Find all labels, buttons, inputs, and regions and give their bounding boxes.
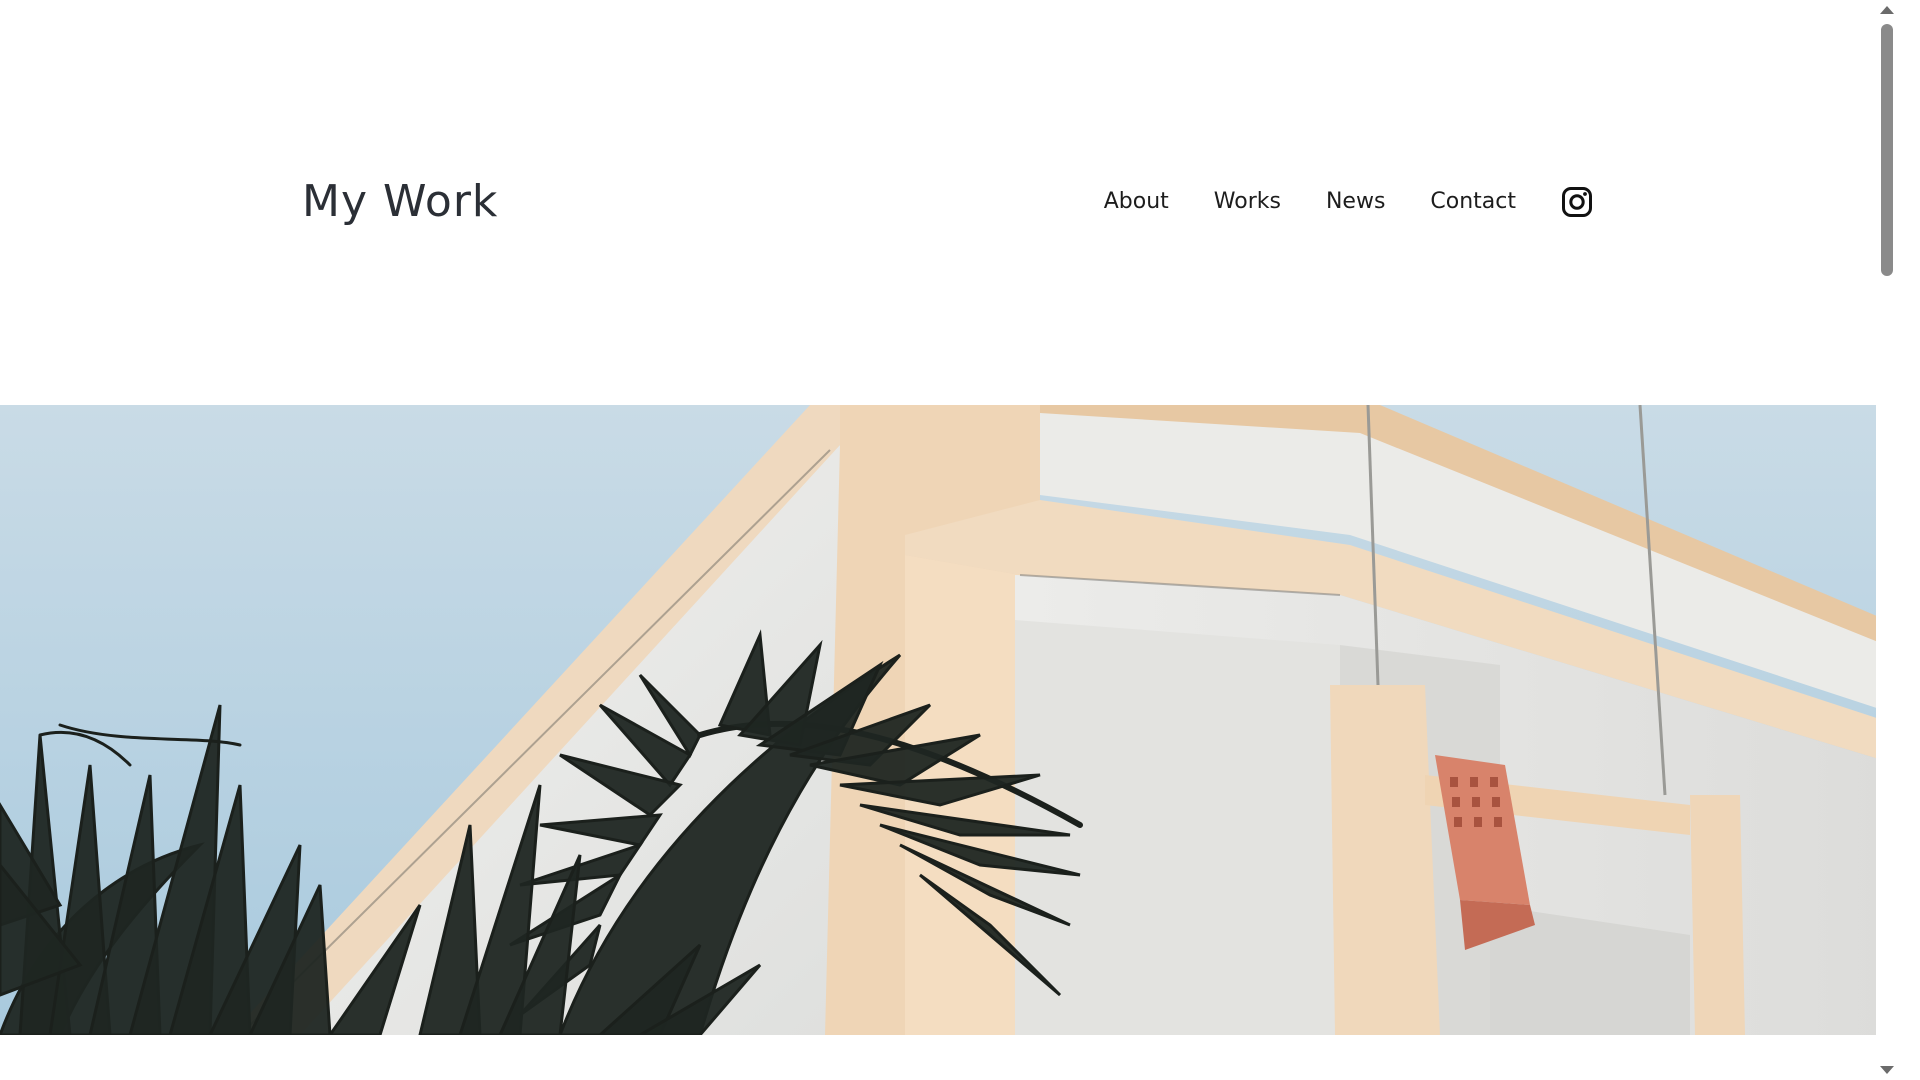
nav-link-works[interactable]: Works — [1214, 180, 1281, 224]
scroll-up-icon[interactable] — [1880, 6, 1894, 14]
nav-link-news[interactable]: News — [1326, 180, 1385, 224]
scrollbar[interactable] — [1876, 0, 1898, 1080]
nav-link-contact[interactable]: Contact — [1430, 180, 1516, 224]
site-header: My Work About Works News Contact — [0, 0, 1898, 405]
building-and-palm-photo — [0, 405, 1898, 1035]
site-title[interactable]: My Work — [302, 172, 498, 232]
page: My Work About Works News Contact — [0, 0, 1898, 1080]
instagram-icon[interactable] — [1561, 186, 1593, 218]
nav-link-about[interactable]: About — [1104, 180, 1169, 224]
hero-image — [0, 405, 1898, 1035]
scroll-down-icon[interactable] — [1880, 1066, 1894, 1074]
scrollbar-thumb[interactable] — [1881, 24, 1893, 276]
main-nav: About Works News Contact — [1104, 180, 1593, 224]
